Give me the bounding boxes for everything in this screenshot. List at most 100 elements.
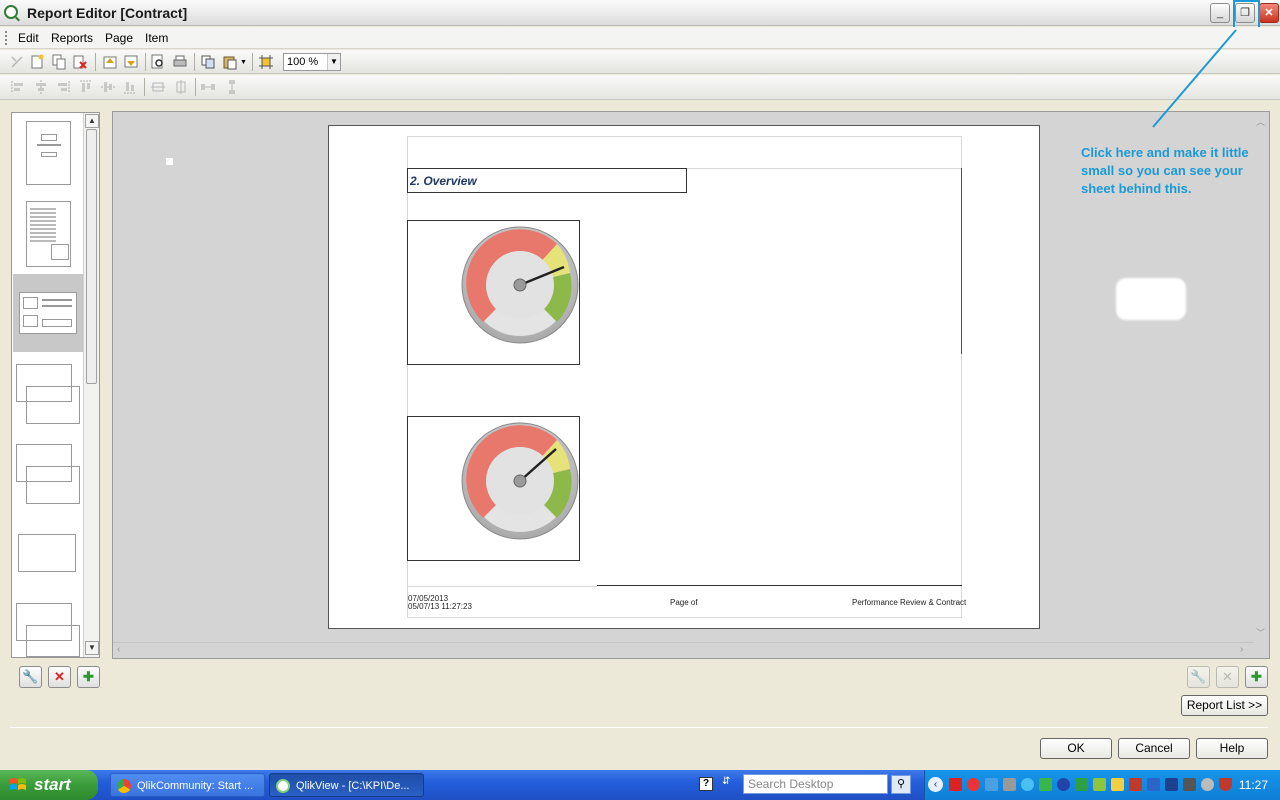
desktop-search-input[interactable]: Search Desktop — [743, 774, 888, 794]
move-up-icon[interactable] — [102, 54, 118, 70]
power-icon[interactable] — [1111, 778, 1124, 791]
network-disconnected-icon[interactable] — [1165, 778, 1178, 791]
paste-icon[interactable] — [222, 54, 238, 70]
section-title-box[interactable]: 2. Overview — [407, 168, 687, 193]
tool-icon[interactable] — [1129, 778, 1142, 791]
add-page-button[interactable]: ✚ — [77, 666, 100, 688]
page-thumbnail-1[interactable] — [26, 121, 71, 185]
update-icon[interactable] — [1093, 778, 1106, 791]
windows-taskbar: start QlikCommunity: Start ... QlikView … — [0, 770, 1280, 800]
toolbar-separator — [145, 53, 146, 71]
antivirus-icon[interactable] — [949, 778, 962, 791]
magnifier-icon[interactable] — [1021, 778, 1034, 791]
system-tray: ‹ 11:27 — [924, 770, 1280, 800]
gauge-chart-2[interactable] — [407, 416, 580, 561]
menu-reports[interactable]: Reports — [51, 31, 93, 45]
align-right-icon[interactable] — [55, 79, 71, 95]
toolbar-separator — [144, 78, 145, 96]
item-properties-button[interactable]: 🔧 — [1187, 666, 1210, 688]
new-report-icon[interactable] — [29, 54, 45, 70]
cut-icon[interactable] — [9, 54, 25, 70]
scroll-up-icon[interactable]: ▲ — [85, 114, 99, 128]
menu-edit[interactable]: Edit — [18, 31, 39, 45]
canvas-horizontal-scrollbar[interactable]: ‹ › — [113, 642, 1253, 658]
taskbar-item-qlikview[interactable]: QlikView - [C:\KPI\De... — [269, 773, 424, 797]
help-button[interactable]: Help — [1196, 738, 1268, 759]
page-thumbnail-6[interactable] — [18, 534, 76, 572]
copy-icon[interactable] — [200, 54, 216, 70]
start-button[interactable]: start — [0, 770, 98, 800]
taskbar-clock: 11:27 — [1238, 778, 1268, 792]
menu-item[interactable]: Item — [145, 31, 168, 45]
zoom-value: 100 % — [287, 56, 319, 68]
align-top-icon[interactable] — [78, 79, 94, 95]
footer-report-name: Performance Review & Contract — [852, 598, 967, 607]
footer-divider-left — [407, 586, 597, 587]
same-width-icon[interactable] — [150, 79, 166, 95]
desktop-bar-icon[interactable]: ⇵ — [722, 776, 734, 792]
redaction-blob — [1116, 278, 1186, 320]
shield-icon[interactable] — [1219, 778, 1232, 791]
minimize-button[interactable]: _ — [1210, 3, 1230, 23]
bluetooth-icon[interactable] — [1057, 778, 1070, 791]
monitor-icon[interactable] — [1147, 778, 1160, 791]
ok-button[interactable]: OK — [1040, 738, 1112, 759]
taskbar-item-label: QlikView - [C:\KPI\De... — [296, 780, 410, 792]
page-thumbnail-2[interactable] — [26, 201, 71, 267]
stop-icon[interactable] — [967, 778, 980, 791]
delete-item-button[interactable]: ✕ — [1216, 666, 1239, 688]
page-settings-icon[interactable] — [258, 54, 274, 70]
space-vertical-icon[interactable] — [224, 79, 240, 95]
scroll-down-icon[interactable]: ▼ — [85, 641, 99, 655]
delete-report-icon[interactable] — [72, 54, 88, 70]
page-list-scrollbar[interactable]: ▲ ▼ — [83, 113, 99, 657]
report-page[interactable]: 2. Overview 07/05/2013 05/07/13 11:27:23… — [328, 125, 1040, 629]
start-label: start — [34, 775, 71, 794]
gauge-chart-1[interactable] — [407, 220, 580, 365]
scroll-right-icon[interactable]: › — [1240, 644, 1243, 655]
taskbar-item-qlikcommunity[interactable]: QlikCommunity: Start ... — [110, 773, 265, 797]
page-thumbnail-5-back — [26, 466, 80, 504]
cancel-button[interactable]: Cancel — [1118, 738, 1190, 759]
close-button[interactable]: ✕ — [1259, 3, 1279, 23]
move-down-icon[interactable] — [123, 54, 139, 70]
page-thumbnail-list[interactable]: ▲ ▼ — [11, 112, 100, 658]
align-middle-icon[interactable] — [100, 79, 116, 95]
paste-dropdown-arrow[interactable]: ▼ — [240, 59, 247, 66]
print-preview-icon[interactable] — [150, 54, 166, 70]
sync-icon[interactable] — [1039, 778, 1052, 791]
menu-page[interactable]: Page — [105, 31, 133, 45]
canvas-marker — [166, 158, 173, 165]
network-icon[interactable] — [985, 778, 998, 791]
display-icon[interactable] — [1183, 778, 1196, 791]
copy-report-icon[interactable] — [51, 54, 67, 70]
help-icon[interactable]: ? — [699, 777, 713, 791]
align-left-icon[interactable] — [10, 79, 26, 95]
page-thumbnail-3-selected[interactable] — [13, 274, 83, 352]
main-toolbar: ▼ 100 % ▼ — [0, 50, 1280, 74]
scroll-thumb[interactable] — [86, 129, 97, 384]
search-icon[interactable]: ⚲ — [891, 775, 911, 794]
align-bottom-icon[interactable] — [122, 79, 138, 95]
security-shield-icon[interactable] — [1075, 778, 1088, 791]
menu-grip — [5, 31, 7, 45]
page-properties-button[interactable]: 🔧 — [19, 666, 42, 688]
footer-datetime: 05/07/13 11:27:23 — [408, 602, 472, 611]
scroll-down-icon[interactable]: ﹀ — [1256, 626, 1265, 639]
report-list-button[interactable]: Report List >> — [1181, 695, 1268, 716]
print-icon[interactable] — [172, 54, 188, 70]
chevron-down-icon[interactable]: ▼ — [327, 54, 340, 70]
delete-page-button[interactable]: ✕ — [48, 666, 71, 688]
add-item-button[interactable]: ✚ — [1245, 666, 1268, 688]
qlikview-icon — [4, 5, 18, 19]
scroll-up-icon[interactable]: ︿ — [1256, 115, 1265, 128]
gauge-icon — [461, 422, 579, 540]
space-horizontal-icon[interactable] — [200, 79, 216, 95]
align-center-icon[interactable] — [33, 79, 49, 95]
same-height-icon[interactable] — [173, 79, 189, 95]
volume-icon[interactable] — [1201, 778, 1214, 791]
scroll-left-icon[interactable]: ‹ — [117, 644, 120, 655]
utility-icon[interactable] — [1003, 778, 1016, 791]
chevron-left-icon[interactable]: ‹ — [928, 777, 943, 792]
zoom-select[interactable]: 100 % ▼ — [283, 53, 341, 71]
